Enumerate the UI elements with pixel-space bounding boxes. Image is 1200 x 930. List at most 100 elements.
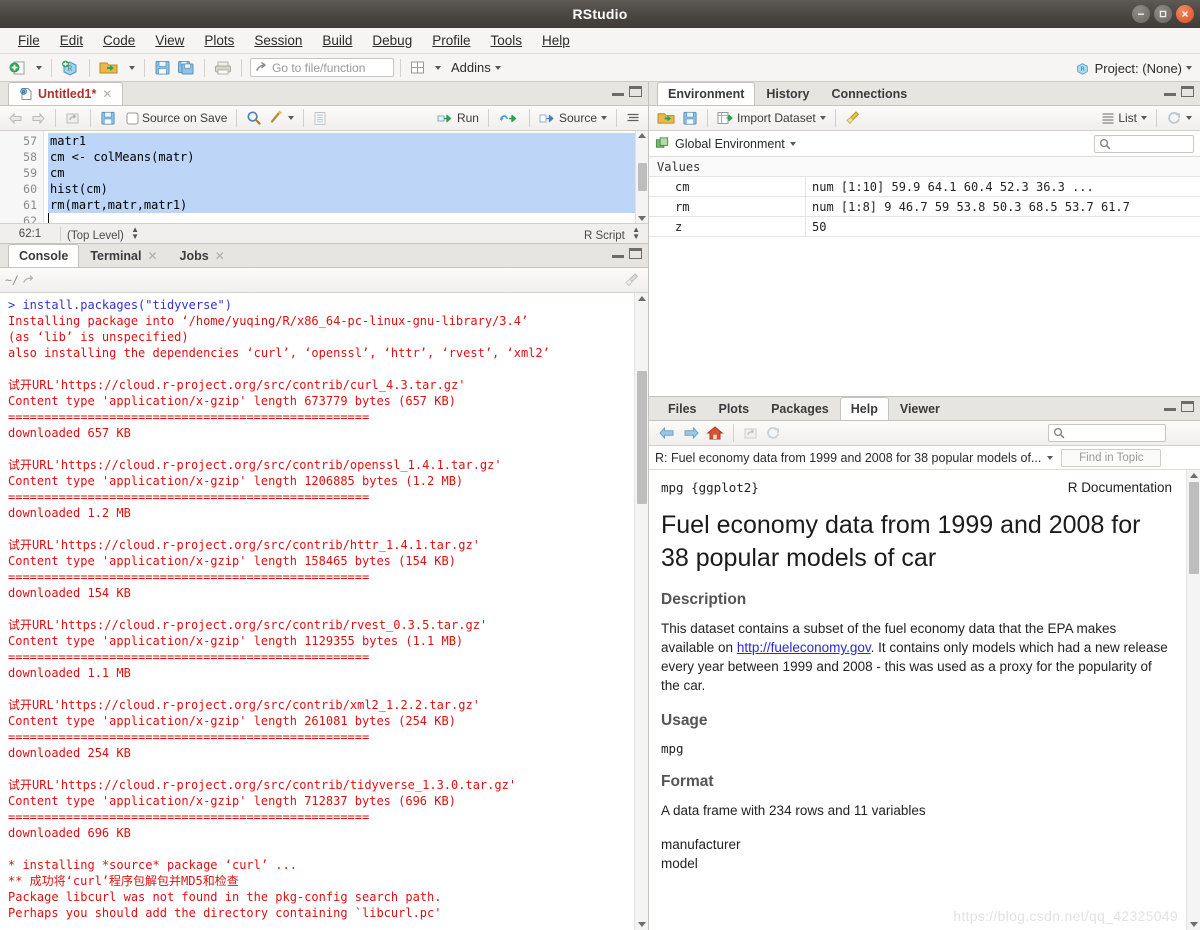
maximize-console-pane-button[interactable] — [629, 248, 642, 259]
code-tools-button[interactable] — [265, 109, 297, 127]
scroll-up-icon[interactable] — [1190, 473, 1198, 478]
maximize-window-button[interactable] — [1154, 5, 1172, 23]
new-file-dropdown[interactable] — [29, 65, 45, 71]
editor-scrollbar[interactable] — [635, 131, 648, 223]
console-output[interactable]: > install.packages("tidyverse") Installin… — [0, 293, 648, 930]
close-tab-icon[interactable]: ✕ — [102, 87, 112, 101]
menu-session[interactable]: Session — [244, 30, 312, 51]
open-working-directory-button[interactable] — [19, 273, 39, 287]
goto-file-function-input[interactable]: Go to file/function — [250, 58, 394, 77]
tab-plots[interactable]: Plots — [708, 397, 761, 420]
editor-scrollbar-thumb[interactable] — [637, 163, 647, 191]
table-row[interactable]: z 50 — [649, 217, 1200, 237]
source-on-save-checkbox[interactable]: Source on Save — [123, 110, 230, 126]
refresh-environment-button[interactable] — [1163, 109, 1195, 127]
minimize-console-pane-button[interactable] — [612, 249, 624, 258]
code-editor[interactable]: 57 58 59 60 61 62 matr1 cm <- colMeans(m… — [0, 131, 648, 223]
console-scrollbar[interactable] — [634, 293, 648, 930]
global-environment-selector[interactable]: Global Environment — [655, 136, 796, 151]
pane-layout-button[interactable] — [407, 59, 428, 76]
save-source-button[interactable] — [97, 109, 119, 127]
scroll-up-icon[interactable] — [638, 133, 646, 138]
menu-code[interactable]: Code — [93, 30, 145, 51]
save-workspace-button[interactable] — [679, 109, 701, 127]
document-outline-button[interactable] — [310, 110, 330, 127]
minimize-environment-pane-button[interactable] — [1164, 87, 1176, 96]
open-file-button[interactable] — [96, 58, 122, 77]
minimize-help-pane-button[interactable] — [1164, 402, 1176, 411]
menu-profile[interactable]: Profile — [422, 30, 480, 51]
menu-tools[interactable]: Tools — [480, 30, 532, 51]
find-replace-button[interactable] — [243, 109, 265, 127]
show-in-new-window-button[interactable] — [62, 110, 84, 126]
menu-file[interactable]: File — [8, 30, 50, 51]
menu-help[interactable]: Help — [532, 30, 580, 51]
save-button[interactable] — [151, 58, 174, 77]
help-topic-selector[interactable]: R: Fuel economy data from 1999 and 2008 … — [655, 451, 1054, 465]
tab-files[interactable]: Files — [657, 397, 708, 420]
tab-terminal[interactable]: Terminal ✕ — [79, 244, 168, 267]
import-dataset-button[interactable]: Import Dataset — [714, 110, 829, 126]
close-jobs-icon[interactable]: ✕ — [215, 249, 225, 263]
menu-plots[interactable]: Plots — [194, 30, 244, 51]
menu-view[interactable]: View — [145, 30, 194, 51]
tab-history[interactable]: History — [755, 82, 820, 105]
maximize-help-pane-button[interactable] — [1181, 401, 1194, 412]
minimize-source-pane-button[interactable] — [612, 87, 624, 96]
fueleconomy-link[interactable]: http://fueleconomy.gov — [737, 640, 871, 655]
help-popout-button[interactable] — [740, 425, 762, 441]
close-terminal-icon[interactable]: ✕ — [147, 249, 157, 263]
new-file-button[interactable] — [6, 58, 29, 77]
help-forward-button[interactable] — [679, 425, 703, 441]
maximize-source-pane-button[interactable] — [629, 86, 642, 97]
clear-console-button[interactable] — [621, 271, 643, 289]
open-file-dropdown[interactable] — [122, 65, 138, 71]
tab-connections[interactable]: Connections — [820, 82, 918, 105]
menu-edit[interactable]: Edit — [50, 30, 93, 51]
maximize-environment-pane-button[interactable] — [1181, 86, 1194, 97]
environment-search-input[interactable] — [1094, 134, 1194, 153]
help-refresh-button[interactable] — [762, 424, 784, 442]
tab-help[interactable]: Help — [839, 397, 889, 420]
menu-build[interactable]: Build — [312, 30, 362, 51]
clear-environment-button[interactable] — [842, 109, 864, 127]
new-project-button[interactable]: R — [58, 58, 83, 78]
addins-button[interactable]: Addins — [444, 59, 504, 76]
find-in-topic-input[interactable]: Find in Topic — [1061, 448, 1162, 467]
minimize-window-button[interactable] — [1132, 5, 1150, 23]
scroll-down-icon[interactable] — [638, 922, 646, 927]
pane-layout-dropdown[interactable] — [428, 65, 444, 71]
help-search-input[interactable] — [1048, 424, 1166, 442]
tab-viewer[interactable]: Viewer — [889, 397, 951, 420]
source-tab-untitled1[interactable]: R Untitled1* ✕ — [8, 82, 124, 105]
print-button[interactable] — [211, 59, 235, 77]
tab-console[interactable]: Console — [8, 244, 80, 267]
console-scrollbar-thumb[interactable] — [637, 371, 647, 504]
help-scrollbar[interactable] — [1186, 470, 1200, 930]
working-directory-label[interactable]: ~/ — [5, 273, 19, 287]
tab-environment[interactable]: Environment — [657, 82, 756, 105]
environment-view-mode-button[interactable]: List — [1098, 110, 1150, 126]
forward-navigation-button[interactable] — [27, 111, 49, 126]
code-scope-selector[interactable]: (Top Level) ▲ ▼ — [67, 225, 139, 242]
table-row[interactable]: rm num [1:8] 9 46.7 59 53.8 50.3 68.5 53… — [649, 197, 1200, 217]
back-navigation-button[interactable] — [5, 111, 27, 126]
rerun-button[interactable] — [495, 111, 523, 126]
tab-jobs[interactable]: Jobs ✕ — [169, 244, 236, 267]
project-selector[interactable]: R Project: (None) — [1075, 54, 1192, 82]
table-row[interactable]: cm num [1:10] 59.9 64.1 60.4 52.3 36.3 .… — [649, 177, 1200, 197]
menu-debug[interactable]: Debug — [362, 30, 422, 51]
close-window-button[interactable] — [1176, 5, 1194, 23]
scroll-up-icon[interactable] — [638, 296, 646, 301]
scroll-down-icon[interactable] — [638, 216, 646, 221]
help-scrollbar-thumb[interactable] — [1189, 482, 1199, 574]
run-button[interactable]: Run — [434, 110, 482, 126]
help-back-button[interactable] — [655, 425, 679, 441]
scroll-down-icon[interactable] — [1190, 922, 1198, 927]
save-all-button[interactable] — [174, 58, 198, 77]
code-text-area[interactable]: matr1 cm <- colMeans(matr) cm hist(cm) r… — [44, 131, 635, 223]
help-home-button[interactable] — [703, 424, 727, 442]
load-workspace-button[interactable] — [654, 109, 679, 127]
file-type-selector[interactable]: R Script ▲ ▼ — [584, 225, 640, 242]
source-menu-button[interactable] — [623, 111, 643, 126]
